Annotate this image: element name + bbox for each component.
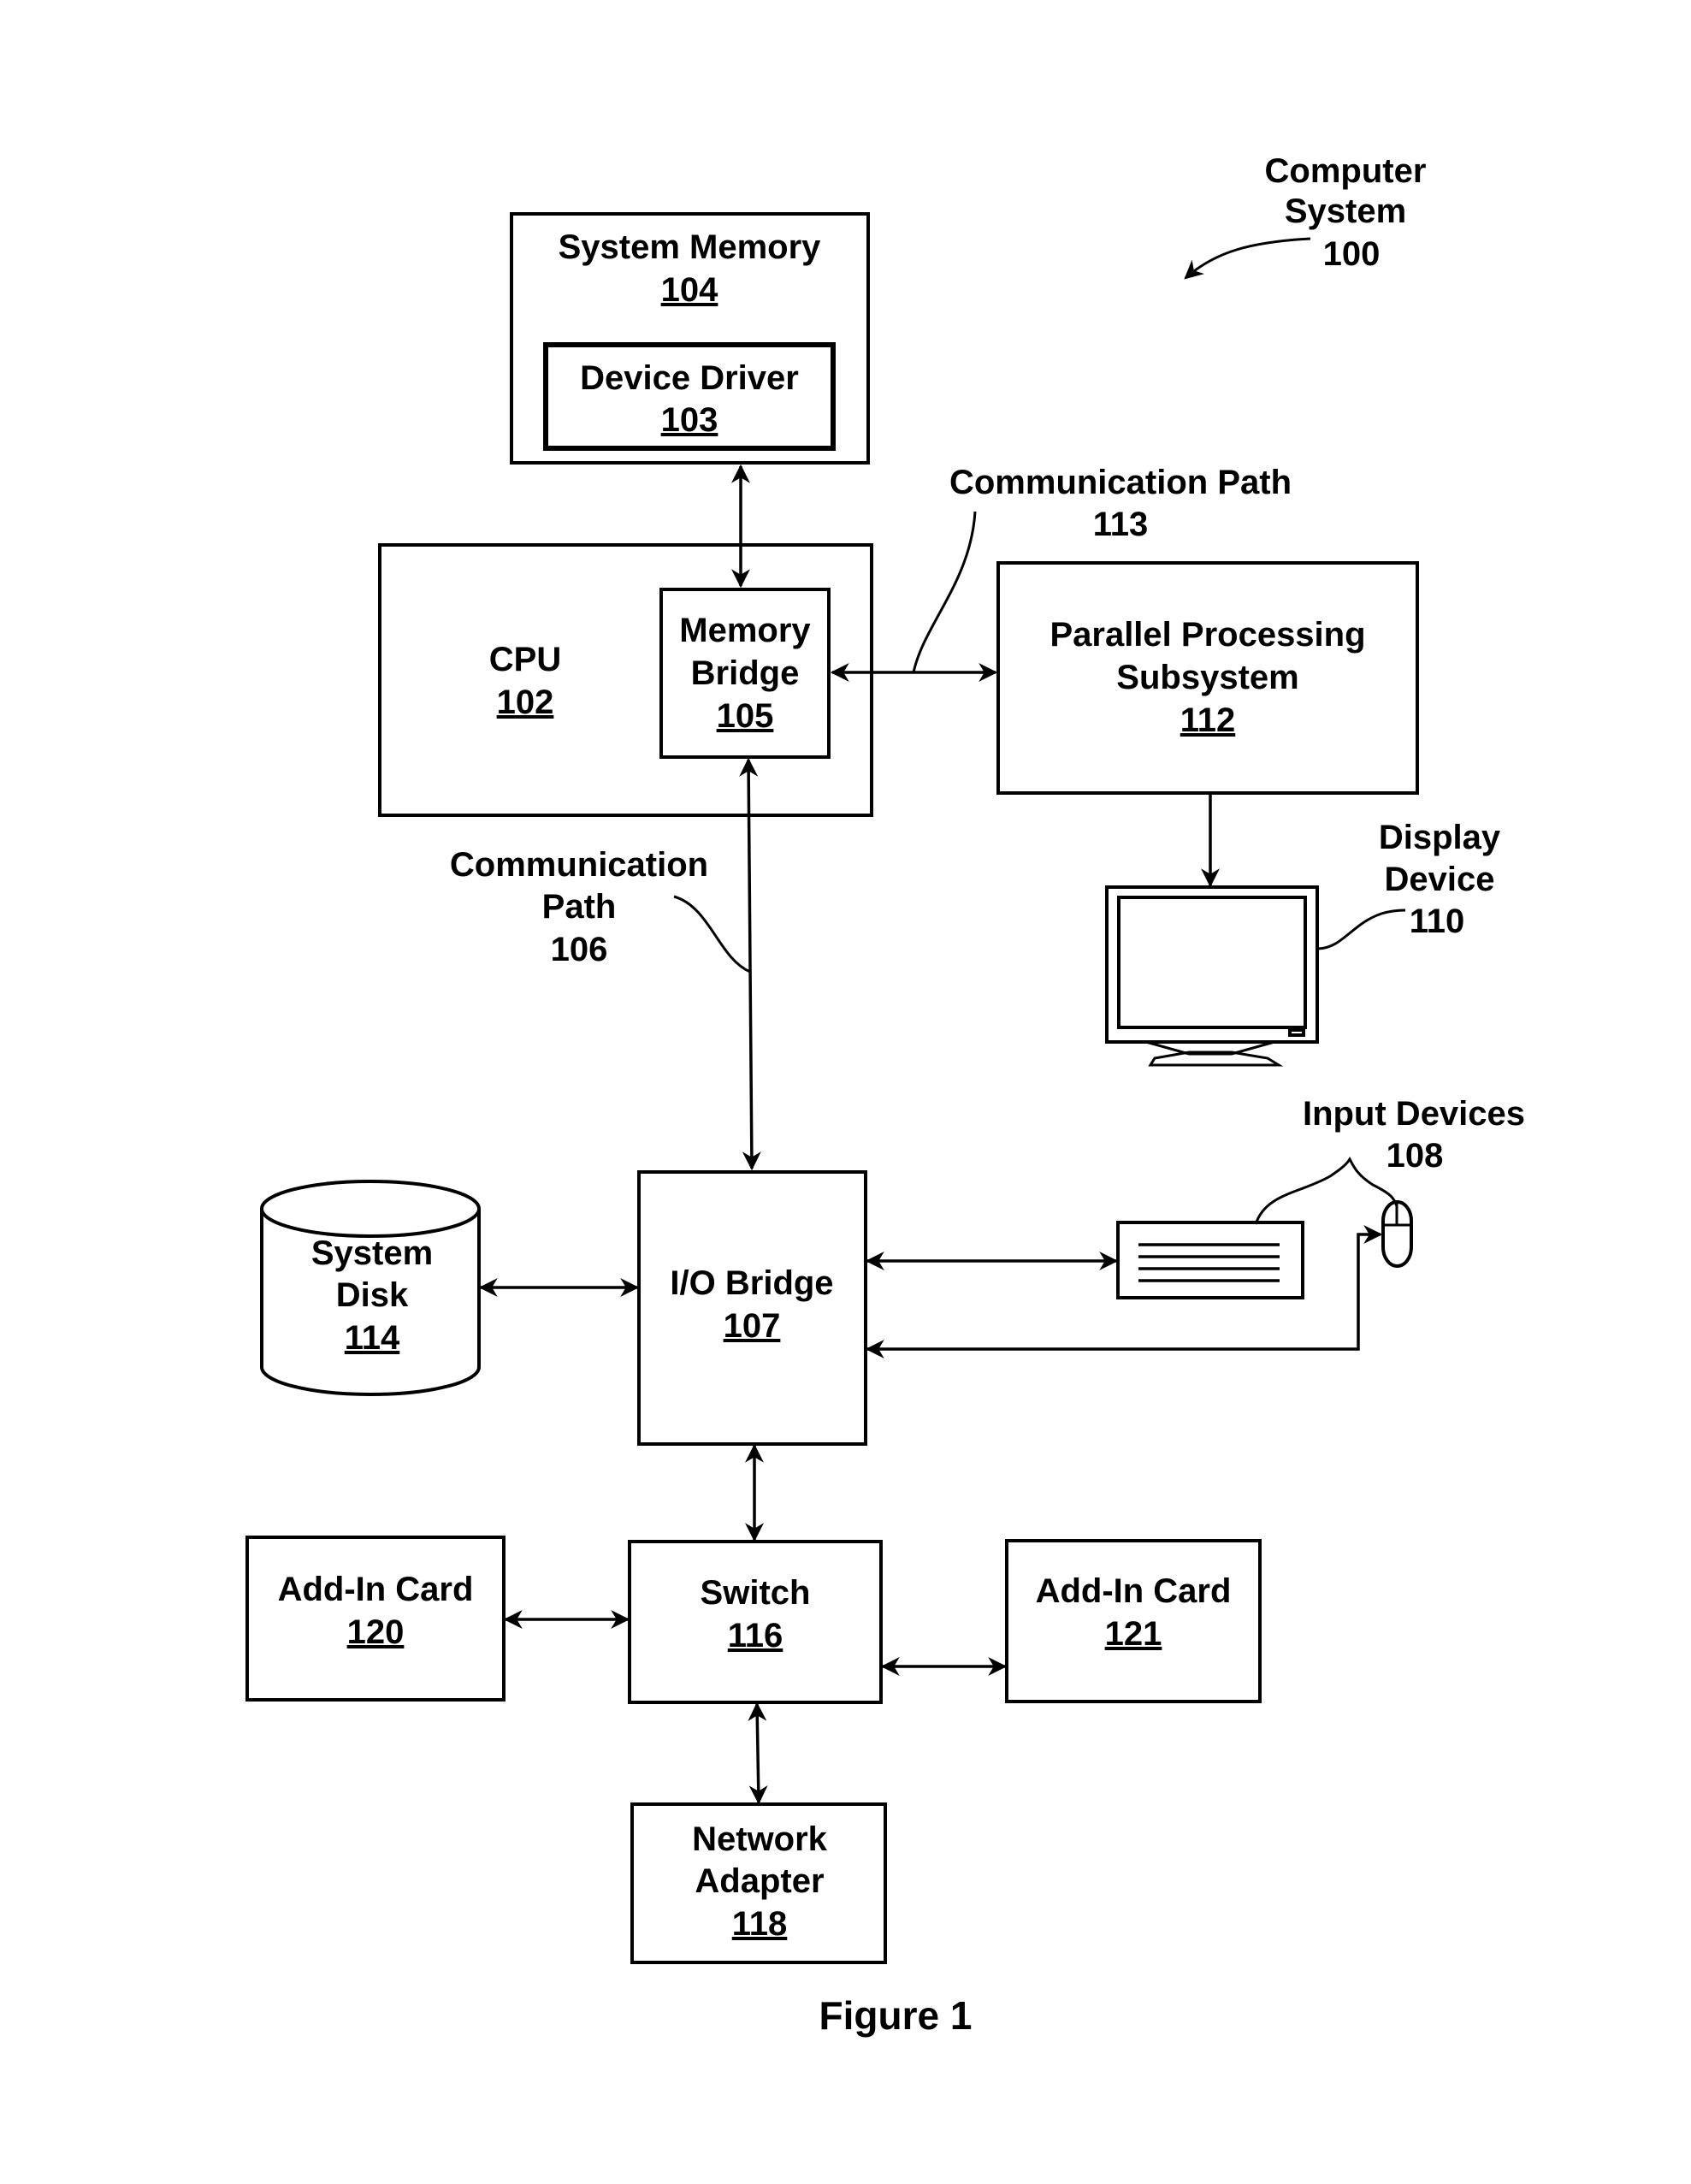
pps-ref: 112	[1180, 701, 1236, 739]
memory-bridge-label-1: Memory	[679, 612, 811, 649]
network-adapter-label-1: Network	[692, 1820, 828, 1858]
display-device-label-1: Display	[1379, 819, 1501, 856]
network-adapter-label-2: Adapter	[695, 1862, 824, 1900]
keyboard-icon	[1116, 1221, 1304, 1299]
memory-bridge-ref: 105	[717, 697, 774, 735]
input-devices-label: Input Devices	[1303, 1095, 1525, 1133]
system-memory-label: System Memory	[559, 228, 822, 266]
device-driver-label: Device Driver	[580, 359, 799, 397]
pps-label-1: Parallel Processing	[1049, 616, 1365, 654]
computer-system-ref: 100	[1323, 235, 1381, 273]
io-bridge-label: I/O Bridge	[670, 1264, 833, 1302]
communication-path-113-leader	[912, 511, 977, 673]
system-disk-ref: 114	[345, 1319, 400, 1357]
cpu-ref: 102	[497, 684, 554, 721]
system-disk-label-2: Disk	[336, 1276, 409, 1314]
system-disk-label-1: System	[311, 1234, 433, 1272]
communication-path-113-ref: 113	[1093, 506, 1149, 543]
communication-path-106-leader	[673, 895, 751, 974]
communication-path-106-label-1: Communication	[450, 846, 708, 884]
input-devices-brace	[1254, 1157, 1398, 1225]
switch-to-network-arrow	[748, 1702, 768, 1805]
io-bridge-ref: 107	[724, 1307, 781, 1345]
device-driver-ref: 103	[661, 401, 718, 439]
bridge-to-io-arrow	[739, 757, 761, 1171]
add-in-card-120-ref: 120	[347, 1613, 405, 1651]
add-in-card-121-ref: 121	[1105, 1615, 1162, 1653]
add-in-card-120-label: Add-In Card	[278, 1571, 474, 1608]
network-adapter-ref: 118	[732, 1905, 788, 1943]
communication-path-106-label-2: Path	[542, 888, 617, 926]
computer-system-diagram: Computer System 100 System Memory 104 De…	[245, 152, 1525, 2038]
add-in-card-121-label: Add-In Card	[1036, 1572, 1232, 1610]
display-device-ref: 110	[1410, 903, 1465, 940]
system-word: System	[1285, 192, 1406, 230]
figure-caption: Figure 1	[819, 1993, 973, 2038]
monitor-icon	[1105, 885, 1319, 1067]
cpu-label: CPU	[489, 641, 561, 678]
display-device-label-2: Device	[1385, 861, 1495, 898]
switch-label: Switch	[701, 1574, 811, 1612]
computer-system-title: Computer	[1265, 152, 1427, 190]
communication-path-106-ref: 106	[551, 931, 608, 968]
display-device-leader	[1317, 909, 1406, 950]
computer-system-leader-line	[1184, 237, 1311, 280]
pps-label-2: Subsystem	[1116, 659, 1298, 696]
system-memory-ref: 104	[661, 271, 718, 309]
switch-ref: 116	[728, 1617, 783, 1654]
mouse-icon	[1381, 1200, 1413, 1268]
computer-system-label: Computer System 100	[1265, 152, 1427, 273]
memory-bridge-label-2: Bridge	[691, 654, 800, 692]
communication-path-113-label: Communication Path	[949, 464, 1292, 501]
input-devices-ref: 108	[1387, 1137, 1444, 1175]
